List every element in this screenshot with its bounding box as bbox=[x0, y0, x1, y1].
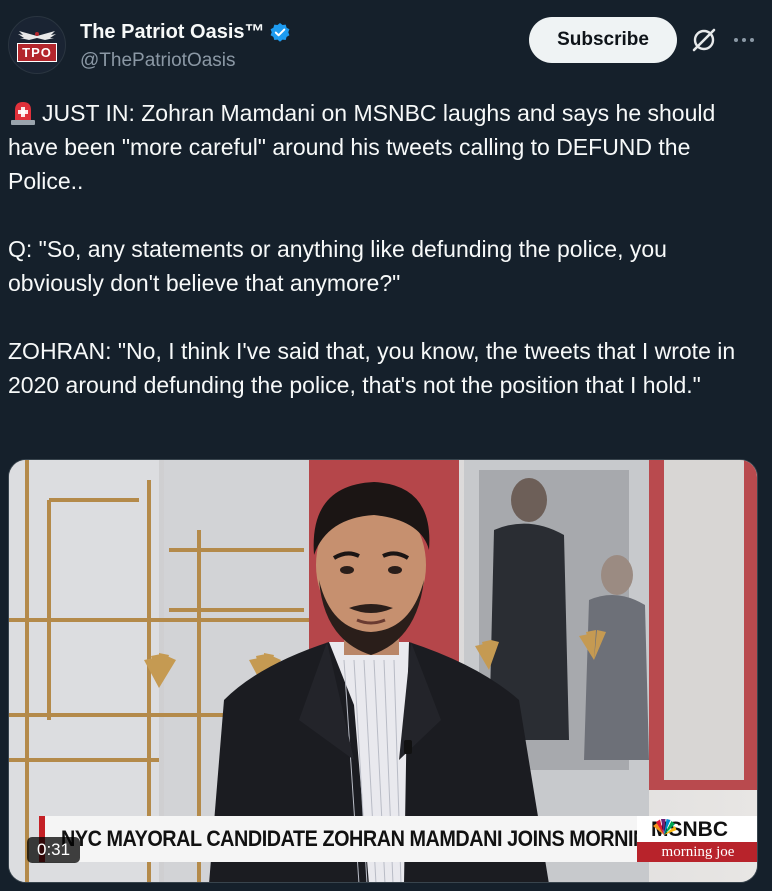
tweet-paragraph-1: JUST IN: Zohran Mamdani on MSNBC laughs … bbox=[8, 96, 768, 198]
tweet-paragraph-2: Q: "So, any statements or anything like … bbox=[8, 236, 667, 296]
avatar-text: TPO bbox=[17, 42, 57, 62]
video-duration: 0:31 bbox=[27, 837, 81, 863]
tweet-paragraph-3: ZOHRAN: "No, I think I've said that, you… bbox=[8, 338, 736, 398]
display-name-row: The Patriot Oasis™ bbox=[80, 21, 291, 44]
msnbc-branding: MSNBC morning joe bbox=[637, 816, 757, 862]
police-light-icon bbox=[8, 99, 38, 125]
tweet-line-1: JUST IN: Zohran Mamdani on MSNBC laughs … bbox=[8, 100, 716, 194]
subscribe-button[interactable]: Subscribe bbox=[529, 17, 677, 63]
grok-icon[interactable] bbox=[690, 26, 718, 54]
news-chyron: NYC MAYORAL CANDIDATE ZOHRAN MAMDANI JOI… bbox=[39, 816, 757, 862]
display-name[interactable]: The Patriot Oasis™ bbox=[80, 21, 265, 44]
peacock-icon bbox=[653, 819, 677, 835]
tweet-header: TPO The Patriot Oasis™ @ThePatriotOasis … bbox=[0, 0, 772, 84]
chyron-text: NYC MAYORAL CANDIDATE ZOHRAN MAMDANI JOI… bbox=[61, 826, 706, 851]
eagle-wings-icon bbox=[17, 29, 57, 41]
handle[interactable]: @ThePatriotOasis bbox=[80, 50, 236, 72]
tweet-text: JUST IN: Zohran Mamdani on MSNBC laughs … bbox=[8, 96, 768, 402]
msnbc-logo: MSNBC bbox=[651, 818, 728, 842]
avatar[interactable]: TPO bbox=[8, 16, 66, 74]
verified-badge-icon[interactable] bbox=[269, 22, 291, 44]
video-player[interactable]: NYC MAYORAL CANDIDATE ZOHRAN MAMDANI JOI… bbox=[8, 459, 758, 883]
show-name: morning joe bbox=[637, 842, 757, 862]
more-icon[interactable] bbox=[731, 28, 757, 52]
